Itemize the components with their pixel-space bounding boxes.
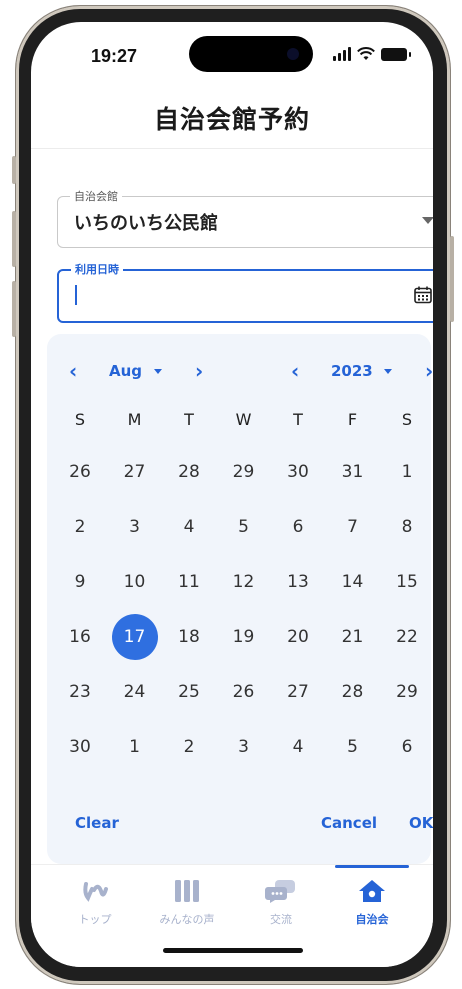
- page-title: 自治会館予約: [153, 105, 310, 134]
- calendar-day[interactable]: 21: [330, 614, 376, 660]
- calendar-day[interactable]: 1: [112, 724, 158, 770]
- calendar-day[interactable]: 13: [275, 559, 321, 605]
- battery-icon: [381, 48, 411, 61]
- calendar-day[interactable]: 28: [166, 449, 212, 495]
- calendar-day[interactable]: 3: [221, 724, 267, 770]
- calendar-day[interactable]: 20: [275, 614, 321, 660]
- tab-association-label: 自治会: [355, 913, 389, 926]
- calendar-day[interactable]: 8: [384, 504, 430, 550]
- calendar-day[interactable]: 26: [57, 449, 103, 495]
- chat-bubble-icon: [265, 880, 295, 903]
- calendar-day[interactable]: 24: [112, 669, 158, 715]
- calendar-day[interactable]: 12: [221, 559, 267, 605]
- hall-select[interactable]: 自治会館 いちのいち公民館: [57, 188, 433, 248]
- active-tab-indicator: [335, 865, 409, 868]
- calendar-day[interactable]: 30: [275, 449, 321, 495]
- volume-up-button: [12, 211, 16, 267]
- calendar-day[interactable]: 7: [330, 504, 376, 550]
- calendar-day[interactable]: 2: [166, 724, 212, 770]
- calendar-day[interactable]: 11: [166, 559, 212, 605]
- calendar-day[interactable]: 4: [275, 724, 321, 770]
- cellular-signal-icon: [333, 47, 351, 61]
- tab-exchange[interactable]: 交流: [241, 879, 321, 927]
- calendar-day[interactable]: 10: [112, 559, 158, 605]
- status-time: 19:27: [91, 46, 138, 66]
- calendar-day[interactable]: 16: [57, 614, 103, 660]
- datetime-input[interactable]: 利用日時: [57, 261, 433, 323]
- calendar-day[interactable]: 30: [57, 724, 103, 770]
- calendar-day[interactable]: 28: [330, 669, 376, 715]
- calendar-day[interactable]: 29: [221, 449, 267, 495]
- calendar-day[interactable]: 27: [275, 669, 321, 715]
- calendar-day[interactable]: 6: [275, 504, 321, 550]
- calendar-day[interactable]: 2: [57, 504, 103, 550]
- calendar-day[interactable]: 29: [384, 669, 430, 715]
- calendar-day[interactable]: 1: [384, 449, 430, 495]
- tab-exchange-label: 交流: [270, 913, 292, 926]
- home-icon: [359, 880, 385, 902]
- dropdown-arrow-icon: [422, 217, 433, 224]
- text-cursor: [75, 285, 77, 305]
- voices-icon: [175, 880, 199, 902]
- calendar-day[interactable]: 23: [57, 669, 103, 715]
- screen: 19:27 自治会館予約 自治会館 いちのいち公民館 利用日時 ‹ Aug › …: [31, 22, 433, 967]
- calendar-day[interactable]: 6: [384, 724, 430, 770]
- wifi-icon: [357, 47, 375, 60]
- tab-voices-label: みんなの声: [159, 913, 215, 926]
- selected-day[interactable]: 17: [111, 614, 158, 660]
- date-picker: ‹ Aug › ‹ 2023 › S M T W T F S 26 27 28 29 30 31 1 2 3 4…: [47, 334, 433, 864]
- status-icons: [333, 47, 411, 61]
- header-divider: [31, 148, 433, 149]
- hall-select-label: 自治会館: [70, 188, 122, 204]
- action-button: [12, 156, 16, 184]
- home-indicator: [163, 948, 303, 953]
- weekday-header: T: [293, 410, 303, 429]
- tab-top[interactable]: トップ: [55, 879, 135, 927]
- calendar-day[interactable]: 5: [330, 724, 376, 770]
- hall-select-value: いちのいち公民館: [74, 213, 218, 234]
- weekday-header: T: [184, 410, 194, 429]
- cancel-button[interactable]: Cancel: [321, 814, 377, 832]
- datetime-input-label: 利用日時: [71, 261, 123, 277]
- calendar-day[interactable]: 5: [221, 504, 267, 550]
- calendar-day[interactable]: 27: [112, 449, 158, 495]
- calendar-day[interactable]: 19: [221, 614, 267, 660]
- calendar-day[interactable]: 4: [166, 504, 212, 550]
- volume-down-button: [12, 281, 16, 337]
- calendar-day[interactable]: 3: [112, 504, 158, 550]
- calendar-day[interactable]: 18: [166, 614, 212, 660]
- calendar-day[interactable]: 9: [57, 559, 103, 605]
- tab-association[interactable]: 自治会: [332, 879, 412, 927]
- calendar-day[interactable]: 22: [384, 614, 430, 660]
- weekday-header: S: [74, 410, 86, 429]
- calendar-day[interactable]: 25: [166, 669, 212, 715]
- calendar-icon[interactable]: [413, 285, 433, 305]
- tab-voices[interactable]: みんなの声: [147, 879, 227, 927]
- power-button: [450, 236, 454, 322]
- weekday-header: M: [127, 410, 142, 429]
- calendar-day[interactable]: 14: [330, 559, 376, 605]
- dynamic-island: [189, 36, 313, 72]
- calendar-day[interactable]: 26: [221, 669, 267, 715]
- ok-button[interactable]: OK: [409, 814, 433, 832]
- calendar-day[interactable]: 31: [330, 449, 376, 495]
- calendar-grid: S M T W T F S 26 27 28 29 30 31 1 2 3 4 5 6 7 8 9 10 11 12 13 14 15…: [47, 334, 431, 864]
- calendar-day[interactable]: 15: [384, 559, 430, 605]
- top-logo-icon: [83, 882, 108, 902]
- weekday-header: W: [235, 410, 252, 429]
- clear-button[interactable]: Clear: [75, 814, 119, 832]
- weekday-header: F: [347, 410, 358, 429]
- camera-icon: [287, 48, 299, 60]
- weekday-header: S: [401, 410, 413, 429]
- tab-top-label: トップ: [78, 913, 112, 926]
